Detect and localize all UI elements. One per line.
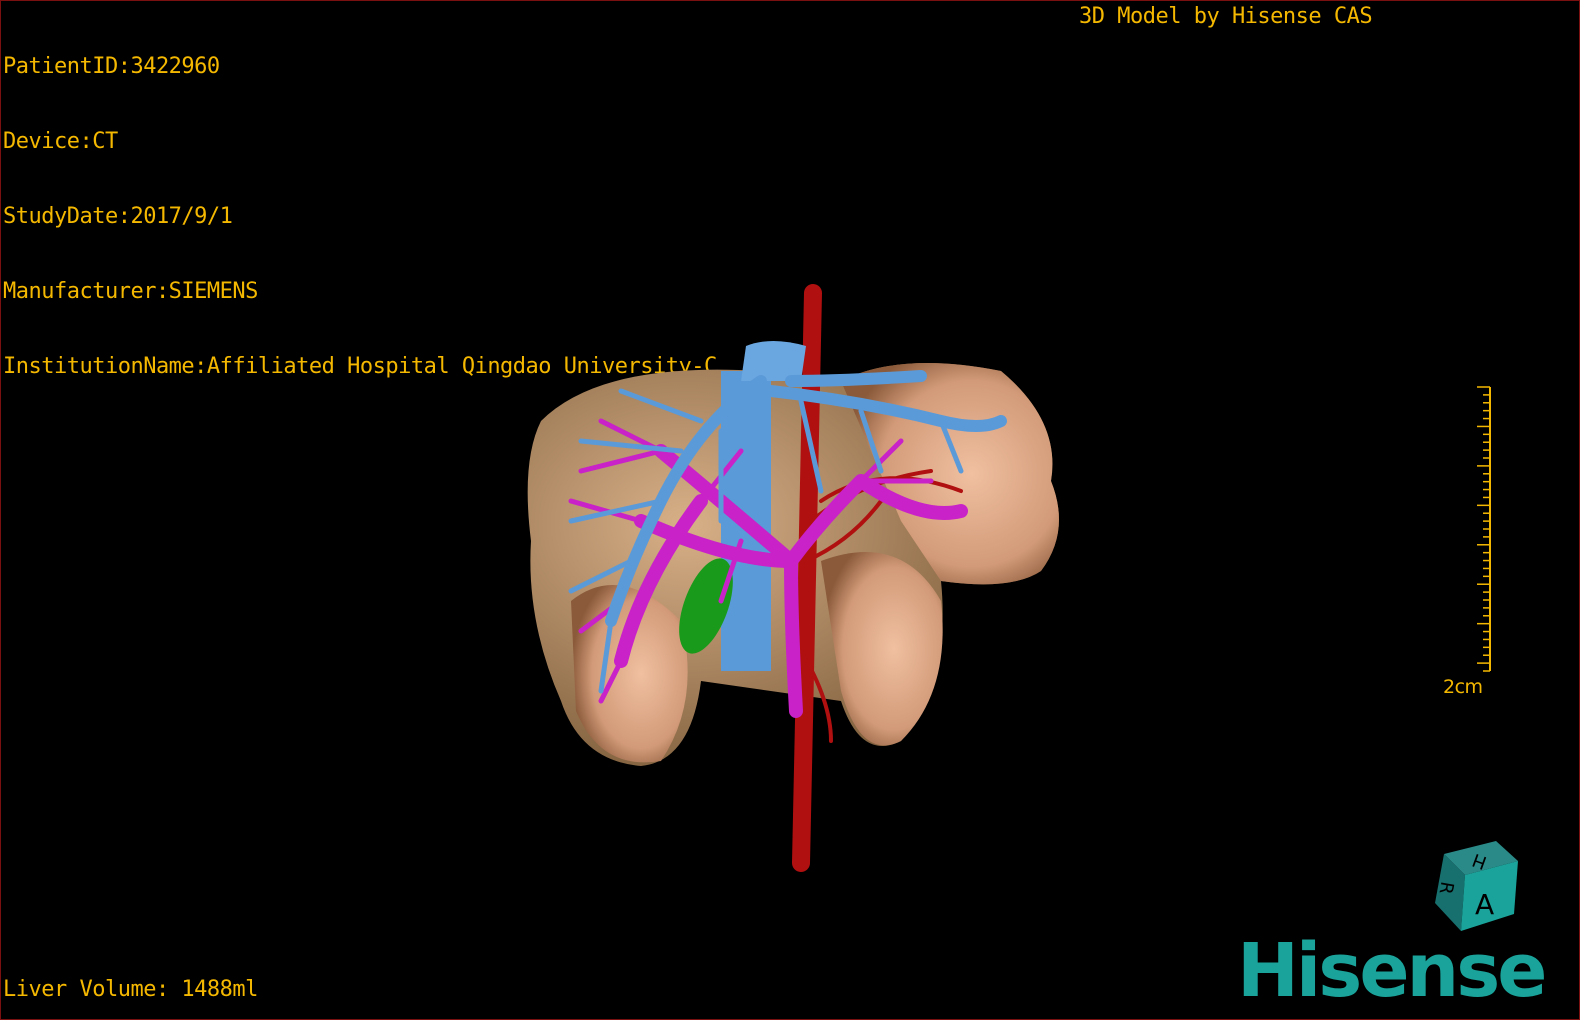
cube-face-a: A bbox=[1475, 888, 1494, 921]
orientation-cube[interactable]: H R A bbox=[1, 1, 1580, 1020]
3d-viewport[interactable]: PatientID:3422960 Device:CT StudyDate:20… bbox=[0, 0, 1580, 1020]
hisense-logo: Hisense bbox=[1237, 928, 1547, 1014]
